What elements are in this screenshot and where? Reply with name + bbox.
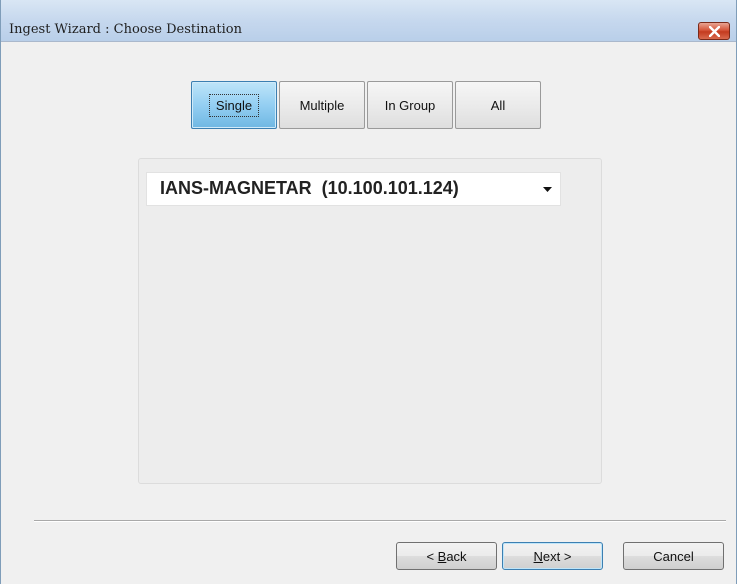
destination-selected-value: IANS-MAGNETAR (10.100.101.124) — [160, 178, 459, 198]
mode-in-group-button[interactable]: In Group — [367, 81, 453, 129]
mode-all-label: All — [490, 97, 506, 113]
next-button[interactable]: Next > — [502, 542, 603, 570]
cancel-button-label: Cancel — [653, 548, 694, 564]
footer-separator — [34, 520, 726, 522]
back-button-label: < Back — [426, 548, 467, 564]
mode-all-button[interactable]: All — [455, 81, 541, 129]
title-bar[interactable]: Ingest Wizard : Choose Destination — [1, 0, 736, 42]
close-button[interactable] — [698, 22, 730, 40]
close-icon — [709, 26, 720, 37]
mode-in-group-label: In Group — [384, 97, 436, 113]
cancel-button[interactable]: Cancel — [623, 542, 724, 570]
window-title: Ingest Wizard : Choose Destination — [9, 22, 242, 37]
mode-single-button[interactable]: Single — [191, 81, 277, 129]
mode-multiple-label: Multiple — [299, 97, 345, 113]
mode-multiple-button[interactable]: Multiple — [279, 81, 365, 129]
next-button-label: Next > — [533, 548, 572, 564]
destination-panel — [138, 158, 602, 484]
destination-mode-selector: Single Multiple In Group All — [191, 81, 543, 129]
destination-dropdown[interactable]: IANS-MAGNETAR (10.100.101.124) — [146, 172, 561, 206]
ingest-wizard-window: Ingest Wizard : Choose Destination Singl… — [0, 0, 737, 584]
mode-single-label: Single — [208, 93, 260, 117]
chevron-down-icon[interactable] — [543, 187, 552, 192]
back-button[interactable]: < Back — [396, 542, 497, 570]
